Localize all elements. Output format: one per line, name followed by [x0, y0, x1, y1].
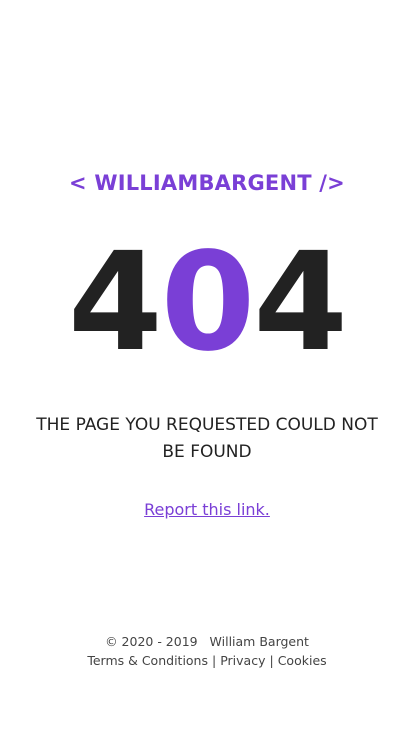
- report-section: Report this link.: [0, 500, 414, 519]
- brand-link[interactable]: < WILLIAMBARGENT />: [69, 171, 345, 195]
- footer-separator: |: [212, 653, 217, 668]
- error-digit-middle: 0: [160, 224, 256, 382]
- brand-logo[interactable]: < WILLIAMBARGENT />: [0, 171, 414, 195]
- footer-copyright-line: © 2020 - 2019 William Bargent: [0, 632, 414, 651]
- error-digit-last: 4: [253, 224, 348, 382]
- owner-link[interactable]: William Bargent: [210, 634, 309, 649]
- footer-links: Terms & Conditions | Privacy | Cookies: [0, 651, 414, 670]
- cookies-link[interactable]: Cookies: [278, 653, 327, 668]
- footer-separator: |: [269, 653, 274, 668]
- error-message: THE PAGE YOU REQUESTED COULD NOT BE FOUN…: [36, 415, 378, 462]
- report-link[interactable]: Report this link.: [144, 500, 270, 519]
- copyright-text: © 2020 - 2019: [105, 634, 198, 649]
- error-digit-first: 4: [68, 224, 163, 382]
- privacy-link[interactable]: Privacy: [220, 653, 265, 668]
- error-code: 404: [0, 228, 414, 378]
- terms-link[interactable]: Terms & Conditions: [87, 653, 208, 668]
- footer: © 2020 - 2019 William Bargent Terms & Co…: [0, 632, 414, 670]
